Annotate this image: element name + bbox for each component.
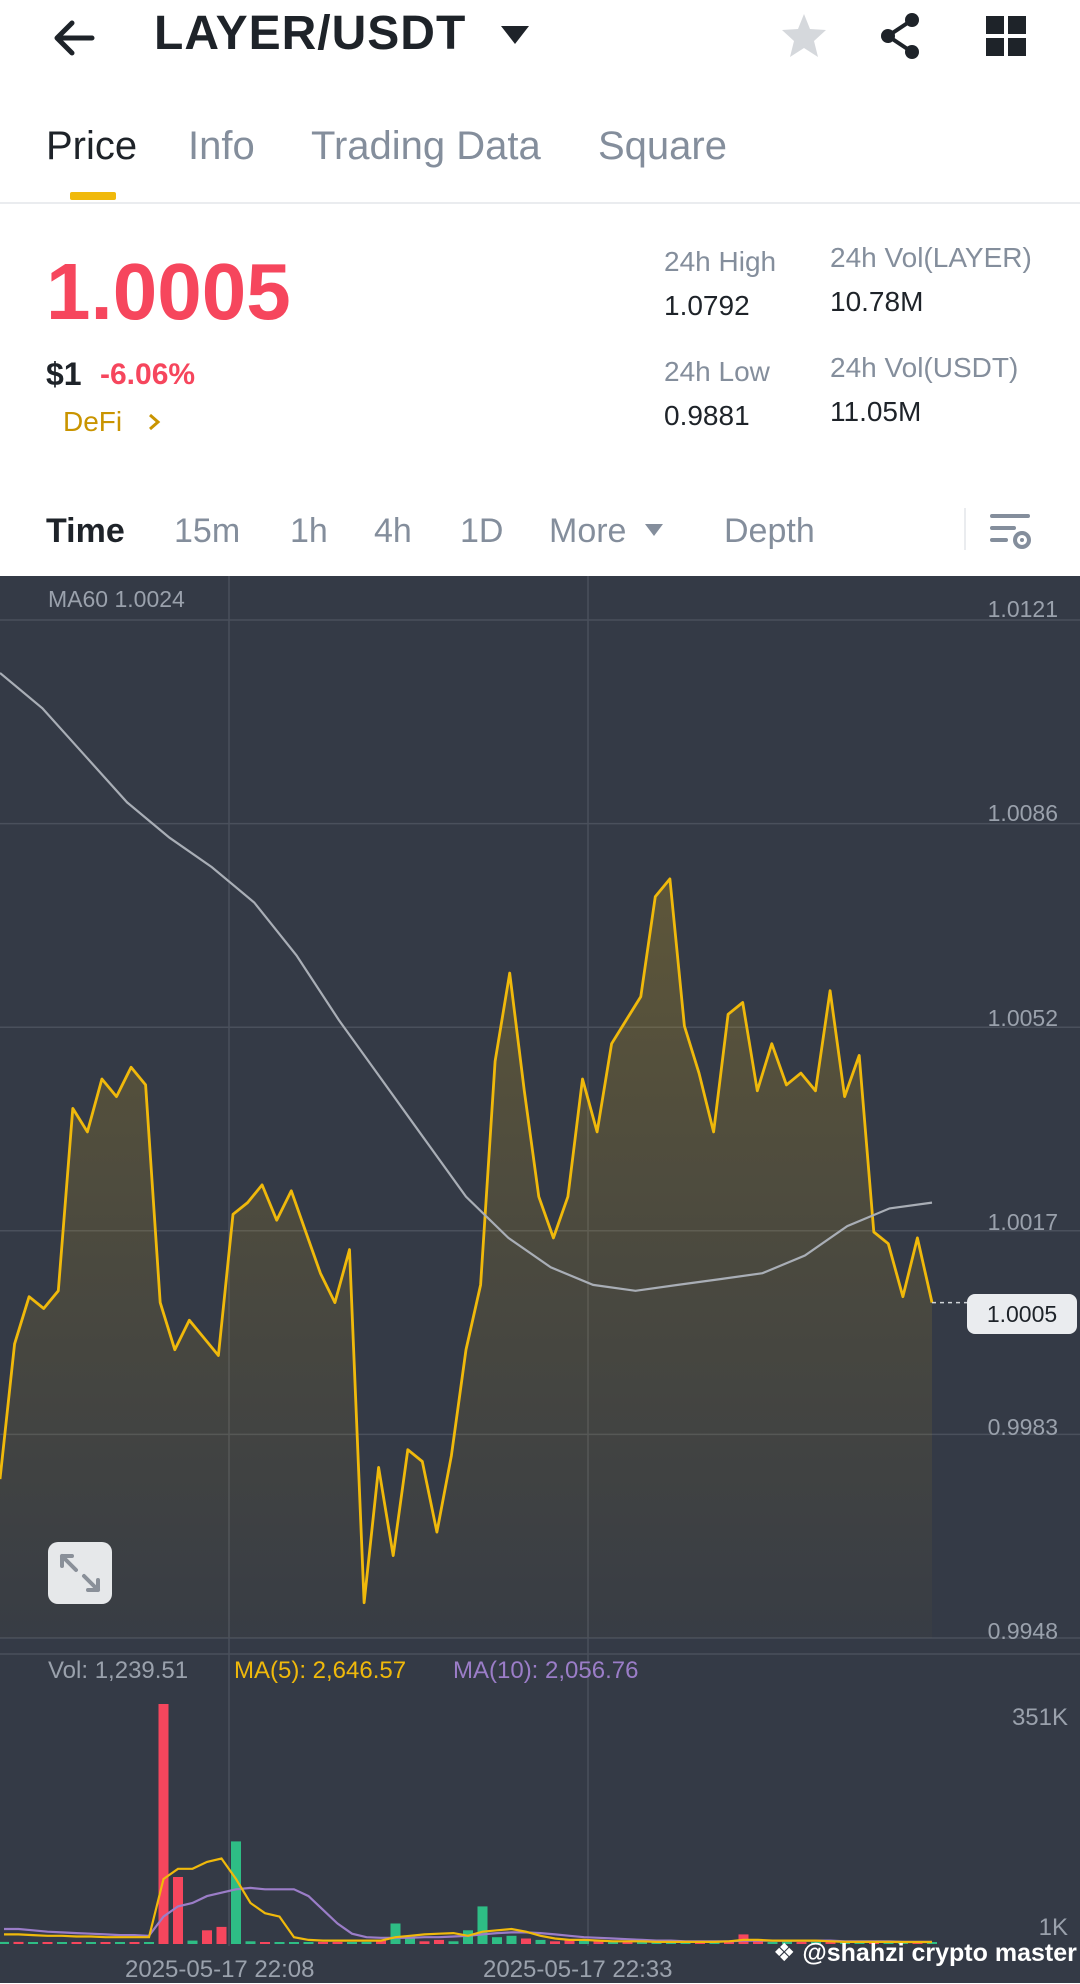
volume-bar bbox=[231, 1841, 241, 1944]
watermark-text: @shahzi crypto master bbox=[802, 1939, 1077, 1967]
volume-bar bbox=[260, 1942, 270, 1944]
volume-legend: Vol: 1,239.51 bbox=[48, 1657, 189, 1684]
price-chart[interactable]: MA60 1.0024 1.0121 1.0086 1.0052 1.0017 … bbox=[0, 576, 1080, 1983]
interval-1h[interactable]: 1h bbox=[290, 512, 328, 551]
price-tick: 1.0052 bbox=[987, 1005, 1058, 1031]
price-tick: 0.9948 bbox=[987, 1618, 1058, 1644]
chart-settings-icon[interactable] bbox=[986, 508, 1034, 556]
volume-bar bbox=[0, 1941, 9, 1944]
fiat-price: $1 bbox=[46, 356, 82, 392]
volume-bar bbox=[361, 1941, 372, 1944]
volume-bar bbox=[144, 1942, 154, 1944]
star-icon[interactable] bbox=[776, 8, 832, 64]
fullscreen-button[interactable] bbox=[48, 1542, 112, 1604]
volume-ma10-legend: MA(10): 2,056.76 bbox=[453, 1657, 639, 1684]
volume-bar bbox=[158, 1704, 169, 1944]
volume-bar bbox=[434, 1939, 444, 1944]
chart-canvas[interactable] bbox=[0, 576, 1080, 1983]
volume-bar bbox=[100, 1942, 111, 1944]
low-24h-value: 0.9881 bbox=[664, 400, 750, 431]
vol-quote-value: 11.05M bbox=[830, 396, 922, 427]
tab-price[interactable]: Price bbox=[46, 124, 137, 169]
trading-pair-title[interactable]: LAYER/USDT bbox=[154, 6, 466, 61]
volume-bar bbox=[71, 1942, 82, 1944]
volume-bar bbox=[390, 1923, 401, 1944]
volume-bar bbox=[521, 1938, 531, 1944]
volume-bar bbox=[57, 1942, 67, 1944]
low-24h-label: 24h Low bbox=[664, 356, 770, 387]
active-tab-indicator bbox=[70, 192, 116, 200]
tab-info[interactable]: Info bbox=[188, 124, 255, 169]
interval-more[interactable]: More bbox=[549, 512, 626, 551]
volume-bar bbox=[463, 1930, 473, 1944]
vol-base-value: 10.78M bbox=[830, 286, 924, 317]
volume-bar bbox=[173, 1877, 183, 1944]
volume-bar bbox=[332, 1941, 343, 1944]
watermark: ❖ @shahzi crypto master bbox=[773, 1938, 1077, 1968]
tab-trading-data[interactable]: Trading Data bbox=[311, 124, 541, 169]
last-price-tag: 1.0005 bbox=[967, 1294, 1077, 1334]
time-axis-label: 2025-05-17 22:08 bbox=[125, 1956, 315, 1983]
top-bar: LAYER/USDT bbox=[0, 0, 1080, 80]
expand-icon bbox=[60, 1554, 100, 1592]
price-change-percent: -6.06% bbox=[100, 358, 196, 391]
share-icon[interactable] bbox=[872, 8, 928, 64]
volume-bar bbox=[42, 1942, 53, 1944]
grid-menu-icon[interactable] bbox=[978, 8, 1034, 64]
volume-ma5-legend: MA(5): 2,646.57 bbox=[234, 1657, 407, 1684]
volume-bar bbox=[202, 1930, 212, 1944]
depth-tab[interactable]: Depth bbox=[724, 512, 815, 551]
vol-base-label: 24h Vol(LAYER) bbox=[830, 242, 1032, 273]
time-axis-label: 2025-05-17 22:33 bbox=[483, 1956, 673, 1983]
volume-bar bbox=[419, 1941, 430, 1944]
vol-quote-label: 24h Vol(USDT) bbox=[830, 352, 1019, 383]
price-tick: 0.9983 bbox=[987, 1414, 1058, 1440]
volume-tick: 351K bbox=[1011, 1704, 1068, 1731]
interval-1d[interactable]: 1D bbox=[460, 512, 503, 551]
chevron-right-icon[interactable] bbox=[146, 412, 162, 432]
more-caret-icon[interactable] bbox=[644, 522, 664, 538]
volume-bar bbox=[289, 1942, 299, 1944]
volume-bar bbox=[448, 1941, 459, 1944]
price-tick: 1.0086 bbox=[987, 800, 1058, 826]
page-tabs: Price Info Trading Data Square bbox=[0, 110, 1080, 204]
volume-bar bbox=[129, 1942, 140, 1944]
volume-bar bbox=[477, 1906, 488, 1944]
volume-bar bbox=[492, 1937, 502, 1944]
divider bbox=[964, 508, 966, 550]
volume-bar bbox=[506, 1935, 517, 1944]
dropdown-caret-icon[interactable] bbox=[498, 20, 532, 50]
volume-bar bbox=[115, 1942, 125, 1944]
tab-square[interactable]: Square bbox=[598, 124, 727, 169]
volume-bar bbox=[245, 1941, 256, 1944]
volume-bar bbox=[318, 1941, 328, 1944]
last-price: 1.0005 bbox=[46, 247, 291, 336]
ma60-legend: MA60 1.0024 bbox=[48, 586, 185, 612]
volume-bar bbox=[216, 1926, 227, 1944]
high-24h-value: 1.0792 bbox=[664, 290, 750, 321]
volume-bar bbox=[274, 1942, 285, 1944]
volume-bar bbox=[86, 1942, 96, 1944]
price-area bbox=[0, 878, 932, 1638]
price-tick: 1.0017 bbox=[987, 1209, 1058, 1235]
volume-bar bbox=[187, 1940, 198, 1944]
binance-logo-icon: ❖ bbox=[773, 1939, 796, 1967]
volume-bar bbox=[550, 1941, 560, 1944]
high-24h-label: 24h High bbox=[664, 246, 777, 277]
volume-bar bbox=[535, 1939, 546, 1944]
price-tick: 1.0121 bbox=[987, 596, 1058, 622]
interval-15m[interactable]: 15m bbox=[174, 512, 240, 551]
interval-bar: Time 15m 1h 4h 1D More Depth bbox=[0, 500, 1080, 576]
volume-bar bbox=[347, 1942, 357, 1944]
category-tag-defi[interactable]: DeFi bbox=[63, 406, 122, 438]
interval-4h[interactable]: 4h bbox=[374, 512, 412, 551]
volume-bar bbox=[28, 1942, 38, 1944]
volume-ma5-line bbox=[4, 1857, 932, 1944]
volume-bar bbox=[303, 1942, 314, 1944]
interval-time[interactable]: Time bbox=[46, 512, 125, 551]
back-arrow-icon[interactable] bbox=[46, 10, 102, 66]
volume-bar bbox=[13, 1941, 24, 1944]
